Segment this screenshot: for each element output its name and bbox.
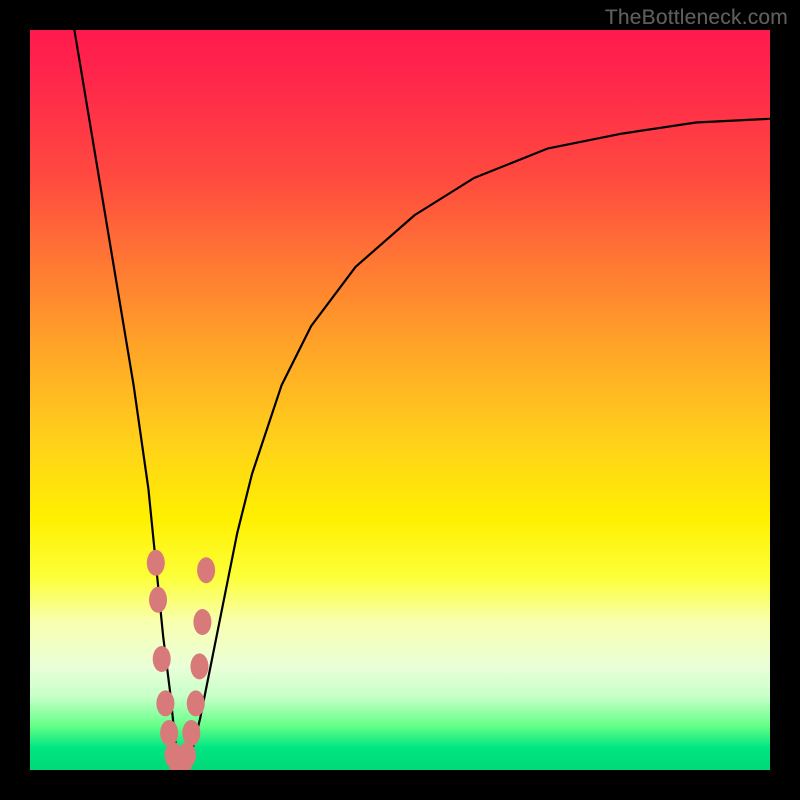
chart-svg (30, 30, 770, 770)
marker-point (147, 550, 165, 576)
marker-point (156, 690, 174, 716)
marker-point (197, 557, 215, 583)
chart-frame: TheBottleneck.com (0, 0, 800, 800)
marker-point (182, 720, 200, 746)
marker-point (190, 653, 208, 679)
marker-point (187, 690, 205, 716)
watermark-text: TheBottleneck.com (605, 6, 788, 30)
marker-point (149, 587, 167, 613)
marker-point (193, 609, 211, 635)
marker-point (160, 720, 178, 746)
plot-area (30, 30, 770, 770)
marker-point (178, 742, 196, 768)
marker-point (153, 646, 171, 672)
bottleneck-curve (74, 30, 770, 766)
